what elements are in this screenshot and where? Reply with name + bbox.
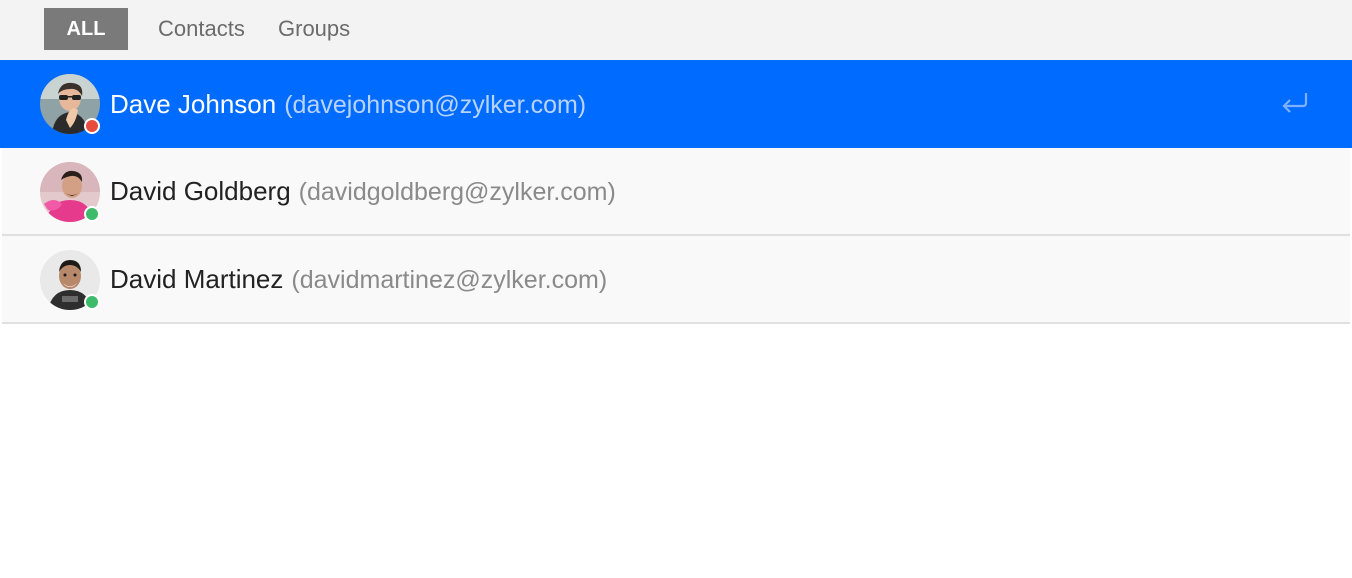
status-online-indicator: [84, 206, 100, 222]
status-busy-indicator: [84, 118, 100, 134]
contact-list: Dave Johnson (davejohnson@zylker.com) Dav…: [0, 60, 1352, 324]
contact-row[interactable]: David Goldberg (davidgoldberg@zylker.com): [2, 148, 1350, 236]
avatar: [40, 162, 100, 222]
contact-name: Dave Johnson (davejohnson@zylker.com): [110, 89, 586, 120]
contact-email: (davejohnson@zylker.com): [284, 90, 587, 119]
contact-email: (davidmartinez@zylker.com): [291, 265, 608, 294]
tab-contacts[interactable]: Contacts: [158, 8, 246, 50]
avatar: [40, 250, 100, 310]
contact-name-text: Dave Johnson: [110, 88, 277, 119]
tab-bar: ALL Contacts Groups: [0, 0, 1352, 60]
contact-name: David Martinez (davidmartinez@zylker.com): [110, 264, 607, 295]
enter-return-icon[interactable]: [1280, 90, 1310, 116]
status-online-indicator: [84, 294, 100, 310]
contact-name-text: David Martinez: [110, 263, 284, 294]
contact-row[interactable]: David Martinez (davidmartinez@zylker.com): [2, 236, 1350, 324]
tab-groups[interactable]: Groups: [278, 8, 358, 50]
avatar: [40, 74, 100, 134]
contact-email: (davidgoldberg@zylker.com): [298, 177, 616, 206]
contact-row[interactable]: Dave Johnson (davejohnson@zylker.com): [0, 60, 1352, 148]
contact-name: David Goldberg (davidgoldberg@zylker.com): [110, 176, 616, 207]
tab-all[interactable]: ALL: [44, 8, 128, 50]
contact-name-text: David Goldberg: [110, 175, 291, 206]
